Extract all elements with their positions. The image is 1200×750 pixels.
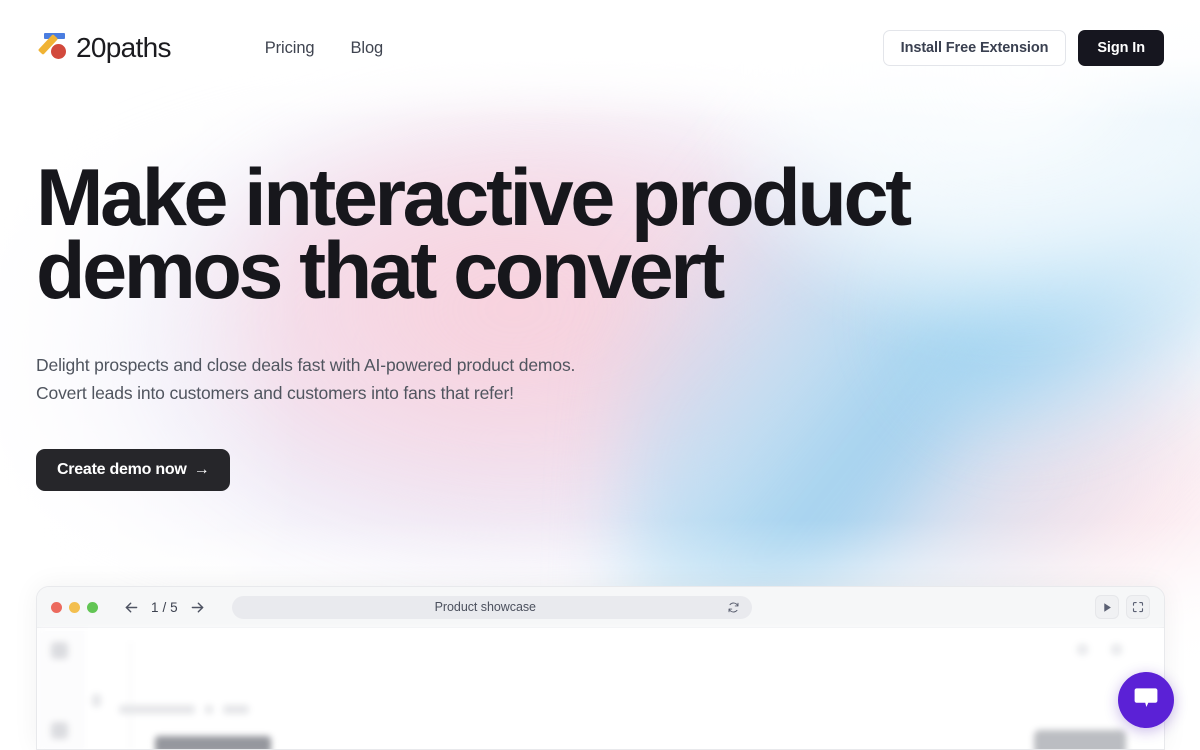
preview-rail-icon-1 <box>51 642 68 659</box>
preview-topbar-icon-1 <box>1077 644 1088 655</box>
arrow-left-icon[interactable] <box>123 599 140 616</box>
hero-heading-line-1: Make interactive product <box>36 153 912 243</box>
hero-heading-line-2: demos that convert <box>36 226 725 317</box>
chat-bubble-icon <box>1133 686 1159 715</box>
chat-widget-button[interactable] <box>1118 672 1174 728</box>
demo-preview-window: 1 / 5 Product showcase <box>36 586 1165 750</box>
preview-rail-icon-2 <box>51 722 68 739</box>
demo-page-counter: 1 / 5 <box>151 599 178 615</box>
hero-section: Make interactive product demos that conv… <box>0 96 1200 491</box>
preview-heading-block <box>155 736 271 749</box>
landing-page: 20paths Pricing Blog Install Free Extens… <box>0 0 1200 750</box>
hero-subheading: Delight prospects and close deals fast w… <box>36 351 1164 407</box>
install-free-extension-button[interactable]: Install Free Extension <box>882 30 1067 66</box>
preview-chip-small <box>92 694 101 707</box>
preview-topbar-icon-2 <box>1111 644 1122 655</box>
arrow-right-icon-nav[interactable] <box>189 599 206 616</box>
play-button[interactable] <box>1095 595 1119 619</box>
hero-subheading-line-1: Delight prospects and close deals fast w… <box>36 354 576 375</box>
nav-link-blog[interactable]: Blog <box>351 39 384 58</box>
create-demo-button[interactable]: Create demo now → <box>36 448 231 491</box>
window-maximize-dot-icon[interactable] <box>87 601 98 613</box>
hero-heading: Make interactive product demos that conv… <box>36 153 996 317</box>
logo-dot-shape <box>51 44 66 59</box>
nav-link-pricing[interactable]: Pricing <box>265 39 315 58</box>
window-minimize-dot-icon[interactable] <box>69 601 80 613</box>
preview-column-divider <box>130 642 131 749</box>
demo-window-toolbar: 1 / 5 Product showcase <box>37 587 1164 628</box>
preview-breadcrumb-1 <box>119 705 195 714</box>
twentypaths-logo-icon <box>36 32 70 64</box>
preview-primary-button <box>1034 730 1126 749</box>
refresh-icon[interactable] <box>727 601 740 614</box>
demo-address-text: Product showcase <box>434 600 536 614</box>
preview-breadcrumb-2 <box>223 705 249 714</box>
brand-name: 20paths <box>76 32 171 63</box>
demo-address-bar[interactable]: Product showcase <box>231 595 752 619</box>
preview-breadcrumb-separator <box>205 705 213 714</box>
window-traffic-lights <box>51 601 98 613</box>
create-demo-button-label: Create demo now <box>57 460 187 478</box>
site-header: 20paths Pricing Blog Install Free Extens… <box>0 0 1200 96</box>
sign-in-button[interactable]: Sign In <box>1078 30 1164 66</box>
demo-toolbar-actions <box>1095 595 1150 619</box>
header-actions: Install Free Extension Sign In <box>882 30 1164 66</box>
demo-preview-content <box>37 628 1164 749</box>
window-close-dot-icon[interactable] <box>51 601 62 613</box>
arrow-right-icon: → <box>193 460 210 478</box>
demo-step-navigation: 1 / 5 <box>123 599 206 616</box>
brand-logo-link[interactable]: 20paths <box>36 32 171 64</box>
fullscreen-button[interactable] <box>1126 595 1150 619</box>
primary-navigation: Pricing Blog <box>265 39 383 58</box>
hero-subheading-line-2: Covert leads into customers and customer… <box>36 382 514 403</box>
